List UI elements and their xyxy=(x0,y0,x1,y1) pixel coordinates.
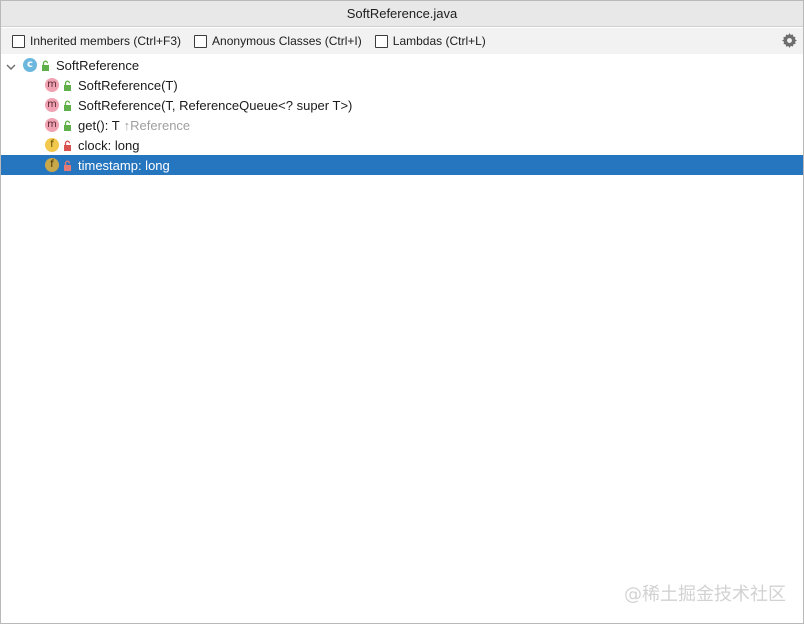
tree-member-row[interactable]: m get(): T ↑Reference xyxy=(1,115,803,135)
watermark: @稀土掘金技术社区 xyxy=(624,584,786,605)
anonymous-classes-checkbox[interactable]: Anonymous Classes (Ctrl+I) xyxy=(194,34,362,48)
window-title-bar: SoftReference.java xyxy=(1,1,803,27)
gear-icon[interactable] xyxy=(781,32,797,48)
structure-popup-window: SoftReference.java Inherited members (Ct… xyxy=(0,0,804,624)
checkbox-box[interactable] xyxy=(374,34,388,48)
checkbox-label: Anonymous Classes (Ctrl+I) xyxy=(212,34,362,48)
inherited-members-checkbox[interactable]: Inherited members (Ctrl+F3) xyxy=(12,34,181,48)
tree-root-row[interactable]: c SoftReference xyxy=(1,55,803,75)
checkbox-box[interactable] xyxy=(194,34,208,48)
method-icon: m xyxy=(45,98,59,112)
static-field-icon: f xyxy=(45,138,59,152)
filter-toolbar: Inherited members (Ctrl+F3) Anonymous Cl… xyxy=(1,28,803,54)
public-lock-icon xyxy=(40,59,50,71)
structure-tree: c SoftReference m SoftReference(T) m Sof… xyxy=(1,55,803,175)
checkbox-label: Lambdas (Ctrl+L) xyxy=(392,34,486,48)
public-lock-icon xyxy=(62,99,72,111)
field-icon: f xyxy=(45,158,59,172)
private-lock-icon xyxy=(62,159,72,171)
chevron-down-icon[interactable] xyxy=(6,60,16,70)
checkbox-label: Inherited members (Ctrl+F3) xyxy=(30,34,182,48)
tree-member-row[interactable]: f clock: long xyxy=(1,135,803,155)
window-title: SoftReference.java xyxy=(346,6,458,21)
class-icon: c xyxy=(23,58,37,72)
method-icon: m xyxy=(45,78,59,92)
tree-member-row[interactable]: m SoftReference(T, ReferenceQueue<? supe… xyxy=(1,95,803,115)
tree-member-row[interactable]: m SoftReference(T) xyxy=(1,75,803,95)
lambdas-checkbox[interactable]: Lambdas (Ctrl+L) xyxy=(374,34,486,48)
private-lock-icon xyxy=(62,139,72,151)
tree-node-label: SoftReference(T) xyxy=(78,77,178,93)
tree-member-row-selected[interactable]: f timestamp: long xyxy=(1,155,803,175)
tree-node-label: timestamp: long xyxy=(78,157,170,173)
tree-node-label: SoftReference xyxy=(56,57,140,73)
public-lock-icon xyxy=(62,119,72,131)
inherited-from-hint: ↑Reference xyxy=(123,117,191,133)
tree-node-label: SoftReference(T, ReferenceQueue<? super … xyxy=(78,97,353,113)
public-lock-icon xyxy=(62,79,72,91)
tree-node-label: get(): T xyxy=(78,117,120,133)
method-icon: m xyxy=(45,118,59,132)
tree-node-label: clock: long xyxy=(78,137,140,153)
checkbox-box[interactable] xyxy=(12,34,25,48)
